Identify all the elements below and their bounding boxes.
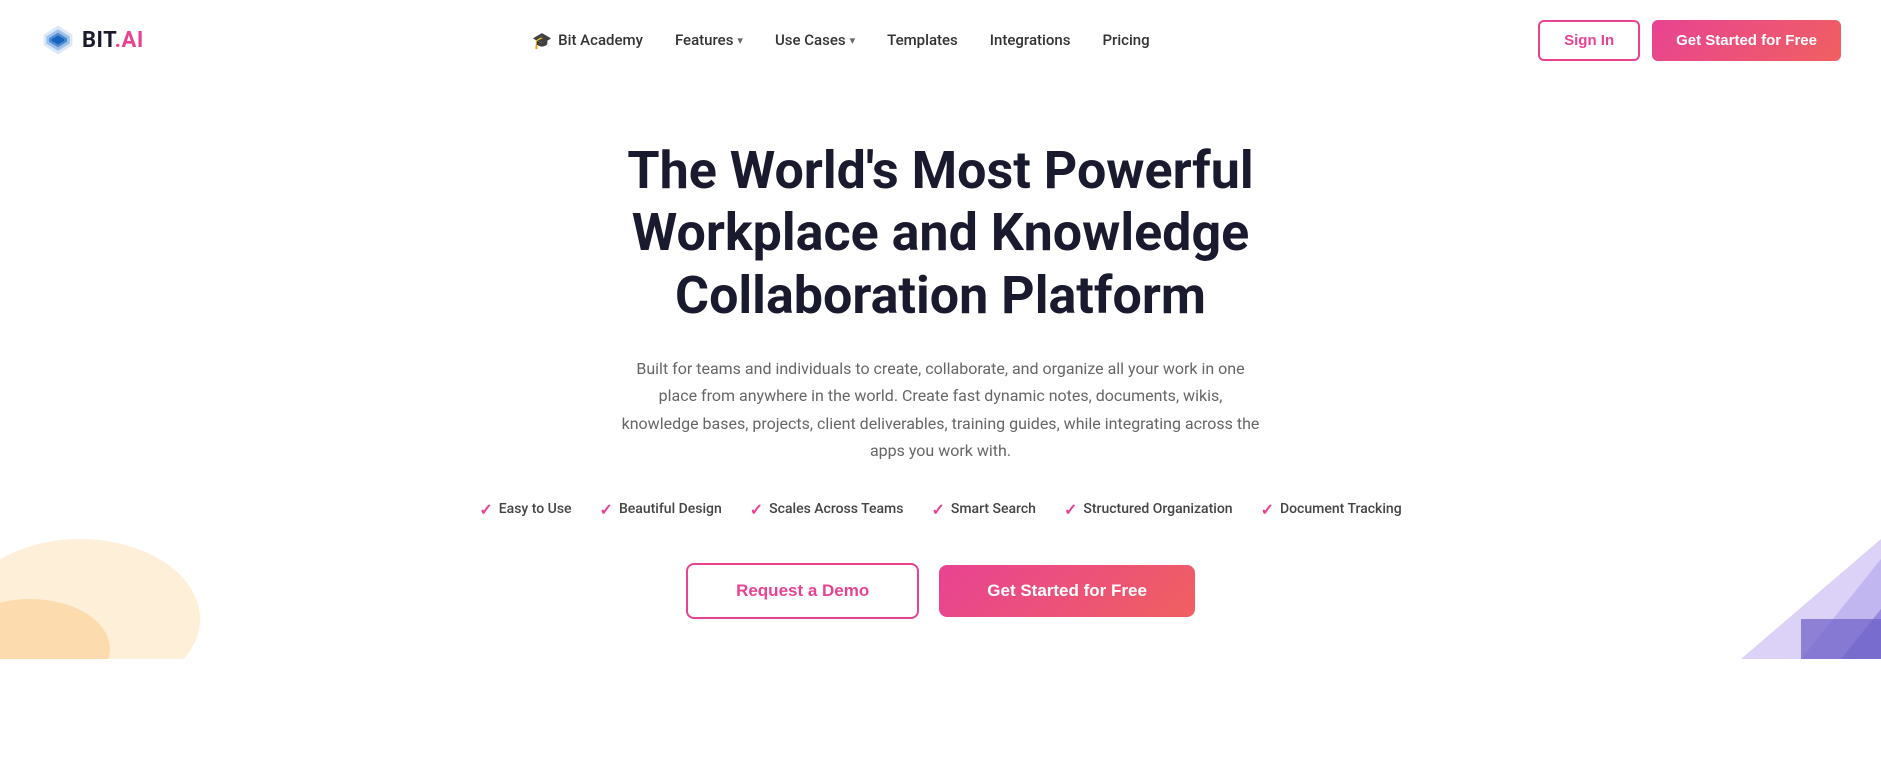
deco-right-shape [1601,459,1881,659]
check-design-icon: ✓ [600,500,613,519]
hero-title: The World's Most Powerful Workplace and … [511,140,1371,327]
signin-button[interactable]: Sign In [1538,20,1640,61]
nav-integrations[interactable]: Integrations [990,31,1071,49]
feature-design-label: Beautiful Design [619,501,722,517]
request-demo-button[interactable]: Request a Demo [686,563,919,619]
logo: BIT.AI [40,22,144,58]
feature-search-label: Smart Search [951,501,1036,517]
nav-pricing[interactable]: Pricing [1102,31,1149,49]
use-cases-chevron-icon: ▾ [850,34,856,47]
feature-easy: ✓ Easy to Use [479,500,571,519]
feature-scales-label: Scales Across Teams [769,501,903,517]
check-tracking-icon: ✓ [1261,500,1274,519]
deco-left-shape [0,459,200,659]
check-scales-icon: ✓ [750,500,763,519]
hero-section: The World's Most Powerful Workplace and … [0,80,1881,659]
feature-tracking: ✓ Document Tracking [1261,500,1402,519]
feature-design: ✓ Beautiful Design [600,500,722,519]
check-org-icon: ✓ [1064,500,1077,519]
nav-use-cases[interactable]: Use Cases ▾ [775,31,855,49]
logo-icon [40,22,76,58]
navbar: BIT.AI 🎓 Bit Academy Features ▾ Use Case… [0,0,1881,80]
logo-text: BIT.AI [82,28,144,53]
navbar-actions: Sign In Get Started for Free [1538,20,1841,61]
feature-search: ✓ Smart Search [931,500,1036,519]
nav-menu: 🎓 Bit Academy Features ▾ Use Cases ▾ Tem… [532,31,1149,50]
feature-scales: ✓ Scales Across Teams [750,500,904,519]
graduation-cap-icon: 🎓 [532,31,552,50]
nav-academy[interactable]: 🎓 Bit Academy [532,31,643,50]
feature-tracking-label: Document Tracking [1280,501,1402,517]
check-easy-icon: ✓ [479,500,492,519]
features-chevron-icon: ▾ [737,34,743,47]
get-started-nav-button[interactable]: Get Started for Free [1652,20,1841,61]
nav-features[interactable]: Features ▾ [675,31,743,49]
cta-buttons: Request a Demo Get Started for Free [686,563,1195,619]
features-list: ✓ Easy to Use ✓ Beautiful Design ✓ Scale… [479,500,1401,519]
nav-templates[interactable]: Templates [887,31,958,49]
feature-org: ✓ Structured Organization [1064,500,1233,519]
feature-easy-label: Easy to Use [499,501,572,517]
feature-org-label: Structured Organization [1083,501,1232,517]
hero-subtitle: Built for teams and individuals to creat… [621,355,1261,464]
check-search-icon: ✓ [931,500,944,519]
get-started-hero-button[interactable]: Get Started for Free [939,565,1195,617]
